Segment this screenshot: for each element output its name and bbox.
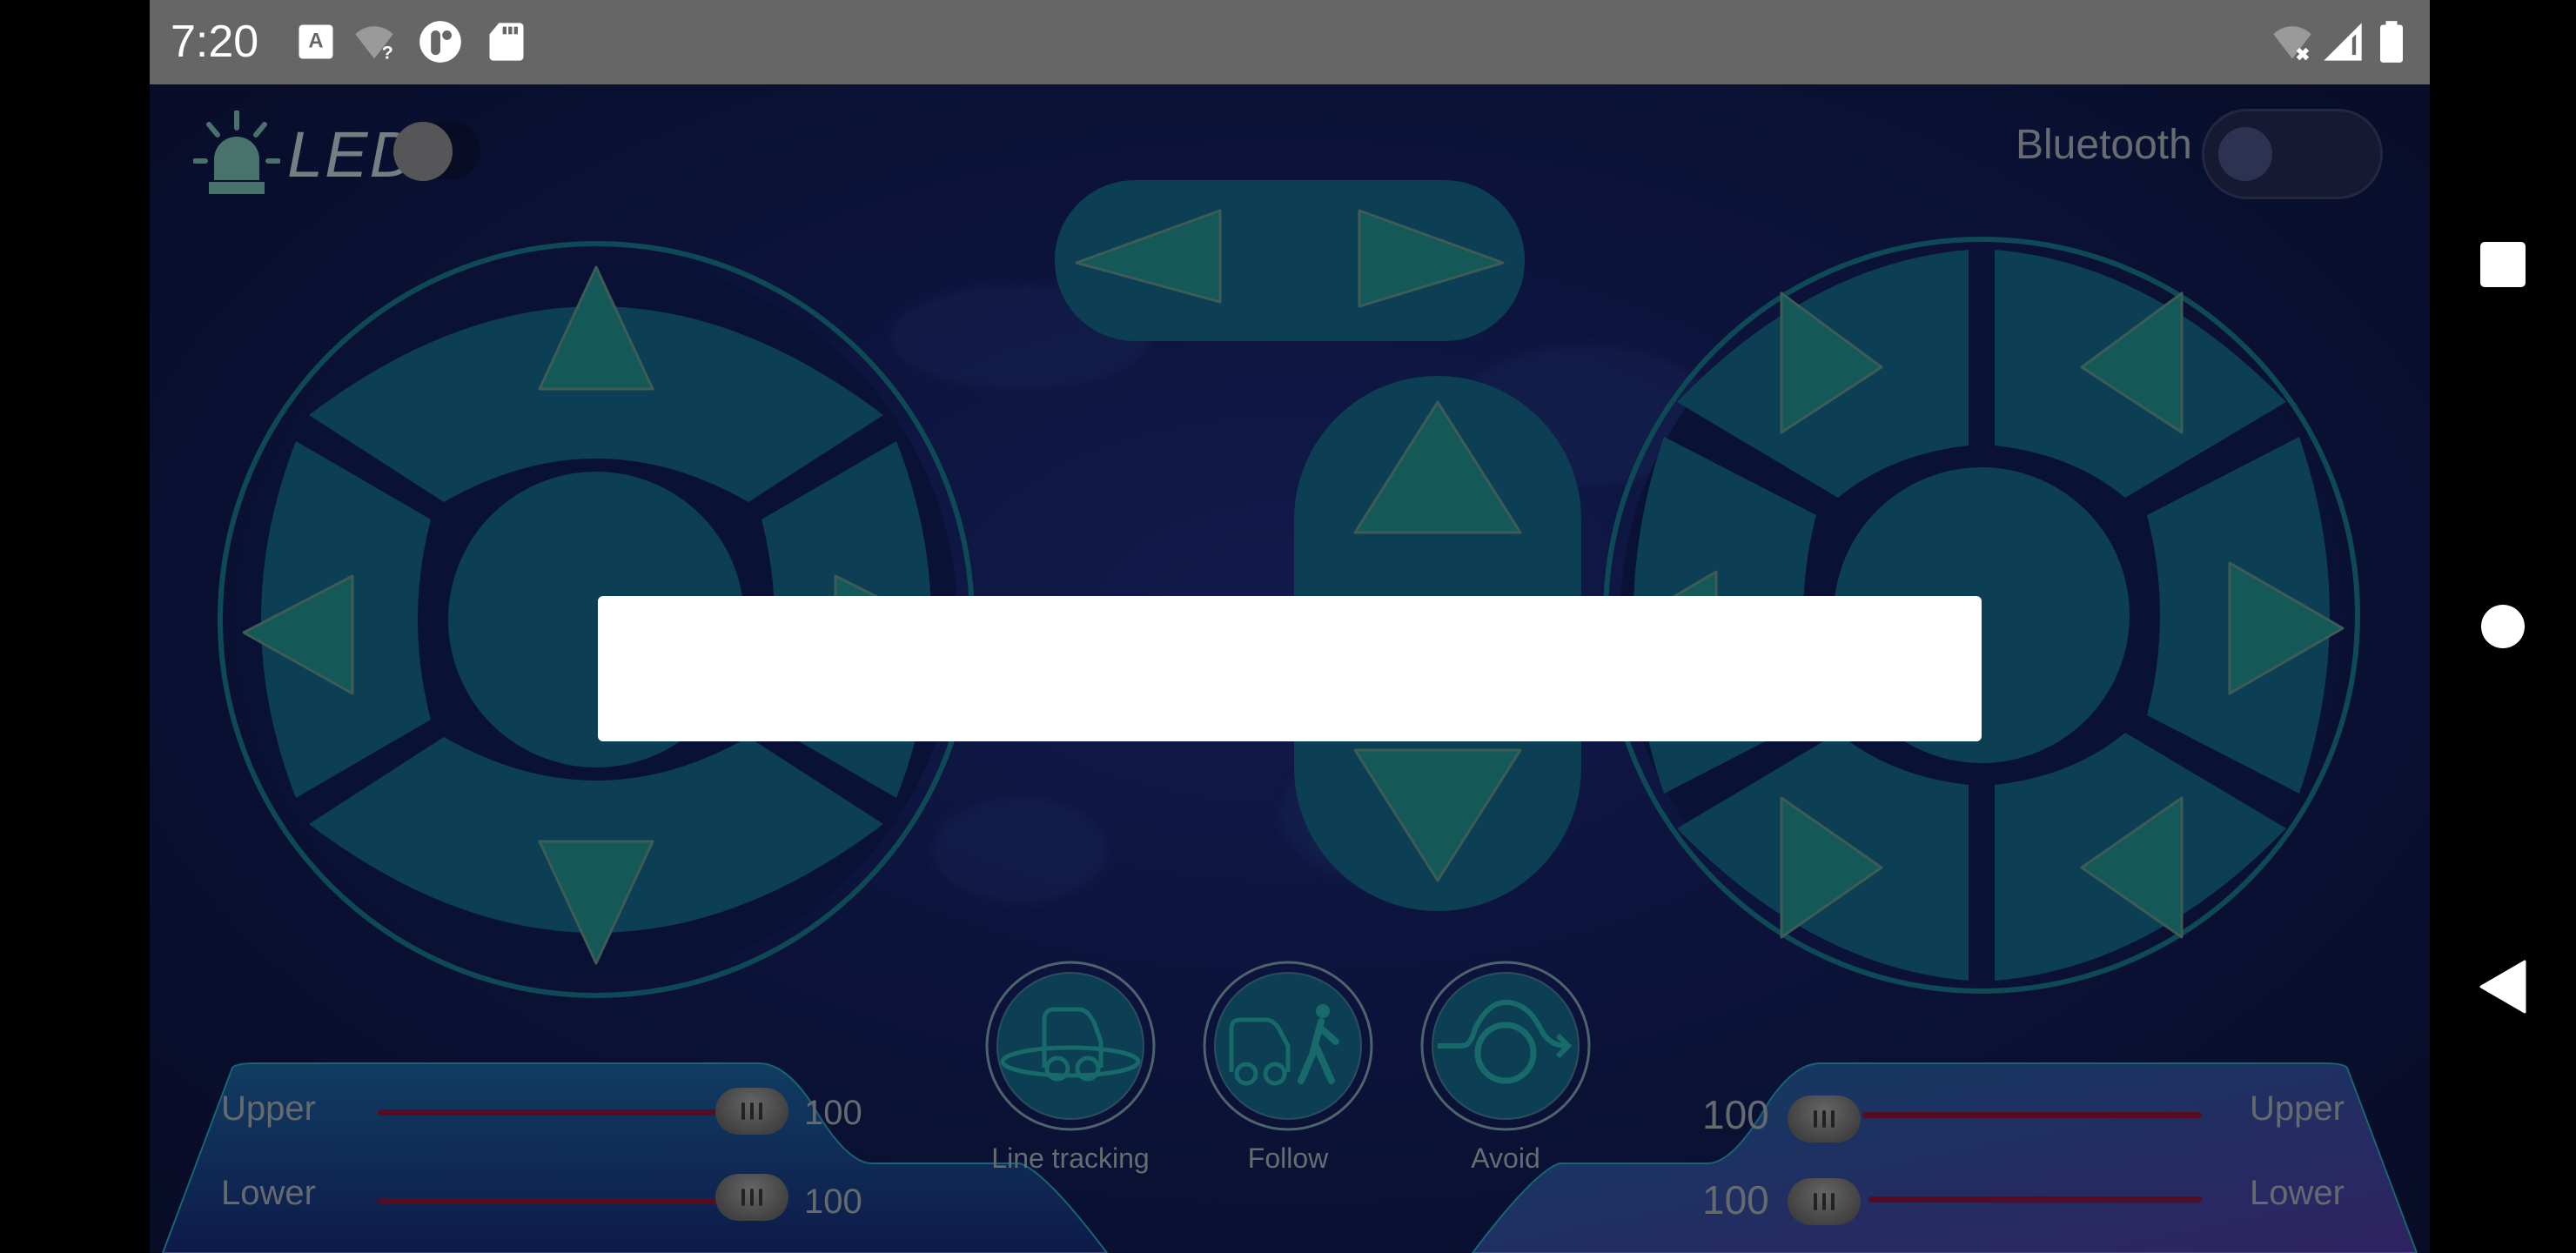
back-button[interactable] — [2473, 957, 2532, 1016]
left-black-bar — [0, 0, 150, 1253]
home-button[interactable] — [2473, 597, 2532, 656]
battery-icon — [2380, 21, 2403, 63]
home-icon — [2481, 605, 2525, 648]
dialog[interactable] — [598, 596, 1982, 741]
app-notification-icon — [419, 21, 461, 63]
status-bar: 7:20 A ? — [150, 0, 2430, 84]
sd-card-icon — [489, 23, 524, 61]
robot-controller-app: LED Bluetooth Line tracking Follow Avoid… — [150, 84, 2430, 1253]
recents-icon — [2480, 242, 2526, 287]
wifi-off-icon — [2273, 26, 2311, 61]
wifi-unknown-icon: ? — [355, 26, 393, 64]
text-input-icon: A — [299, 24, 333, 59]
cellular-signal-icon — [2324, 23, 2362, 61]
recents-button[interactable] — [2473, 235, 2532, 294]
svg-text:A: A — [308, 30, 323, 53]
back-icon — [2479, 960, 2526, 1014]
status-time: 7:20 — [171, 17, 259, 67]
svg-text:?: ? — [382, 42, 393, 64]
navigation-bar — [2430, 0, 2576, 1253]
